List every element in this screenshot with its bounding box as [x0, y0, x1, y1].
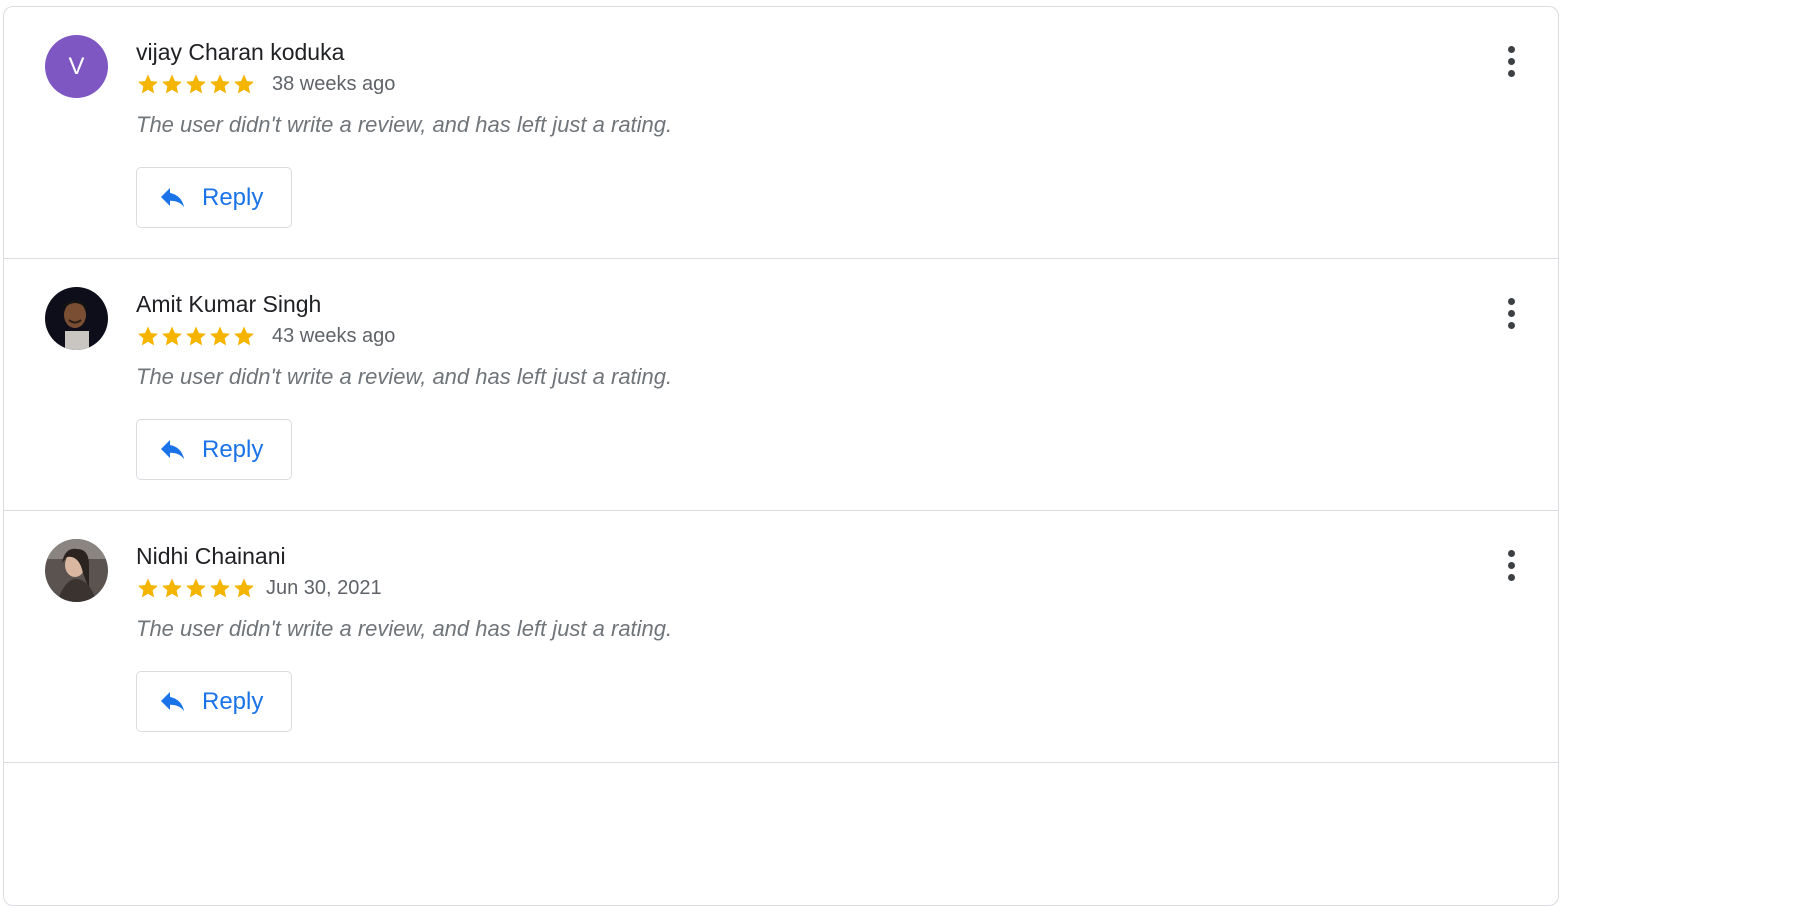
avatar: V: [45, 35, 108, 98]
star-icon: [186, 326, 206, 346]
review-text: The user didn't write a review, and has …: [136, 112, 673, 137]
review-date: 43 weeks ago: [272, 324, 396, 347]
more-vert-icon[interactable]: [1496, 293, 1526, 333]
reviewer-name: Amit Kumar Singh: [136, 291, 322, 317]
reply-label: Reply: [202, 183, 264, 211]
reply-label: Reply: [202, 687, 264, 715]
reviewer-name: vijay Charan koduka: [136, 39, 345, 65]
reply-button[interactable]: Reply: [136, 671, 292, 732]
rating-row: 38 weeks ago: [136, 71, 395, 97]
reply-icon: [161, 691, 185, 711]
star-icon: [162, 326, 182, 346]
star-rating: [136, 324, 256, 348]
rating-row: 43 weeks ago: [136, 323, 395, 349]
reply-button[interactable]: Reply: [136, 167, 292, 228]
avatar-photo: [45, 287, 108, 350]
avatar-letter: V: [68, 52, 85, 80]
reviews-card: V vijay Charan koduka 38 weeks ago The u…: [3, 6, 1559, 906]
avatar-photo: [45, 539, 108, 602]
star-icon: [138, 74, 158, 94]
avatar: [45, 539, 108, 602]
avatar: [45, 287, 108, 350]
reply-icon: [161, 187, 185, 207]
star-icon: [210, 578, 230, 598]
star-icon: [162, 578, 182, 598]
review-item: V vijay Charan koduka 38 weeks ago The u…: [4, 7, 1558, 259]
star-icon: [186, 578, 206, 598]
star-icon: [234, 578, 254, 598]
star-icon: [210, 326, 230, 346]
star-icon: [210, 74, 230, 94]
review-date: 38 weeks ago: [272, 72, 396, 95]
more-vert-icon[interactable]: [1496, 41, 1526, 81]
star-icon: [234, 326, 254, 346]
review-item: Amit Kumar Singh 43 weeks ago The user d…: [4, 259, 1558, 511]
star-rating: [136, 576, 256, 600]
reviewer-name: Nidhi Chainani: [136, 543, 286, 569]
star-icon: [186, 74, 206, 94]
star-icon: [234, 74, 254, 94]
reply-button[interactable]: Reply: [136, 419, 292, 480]
more-vert-icon[interactable]: [1496, 545, 1526, 585]
star-icon: [138, 578, 158, 598]
reply-icon: [161, 439, 185, 459]
review-text: The user didn't write a review, and has …: [136, 616, 673, 641]
reply-label: Reply: [202, 435, 264, 463]
star-icon: [138, 326, 158, 346]
star-icon: [162, 74, 182, 94]
rating-row: Jun 30, 2021: [136, 575, 382, 601]
star-rating: [136, 72, 256, 96]
review-date: Jun 30, 2021: [266, 576, 382, 599]
review-text: The user didn't write a review, and has …: [136, 364, 673, 389]
review-item: Nidhi Chainani Jun 30, 2021 The user did…: [4, 511, 1558, 763]
